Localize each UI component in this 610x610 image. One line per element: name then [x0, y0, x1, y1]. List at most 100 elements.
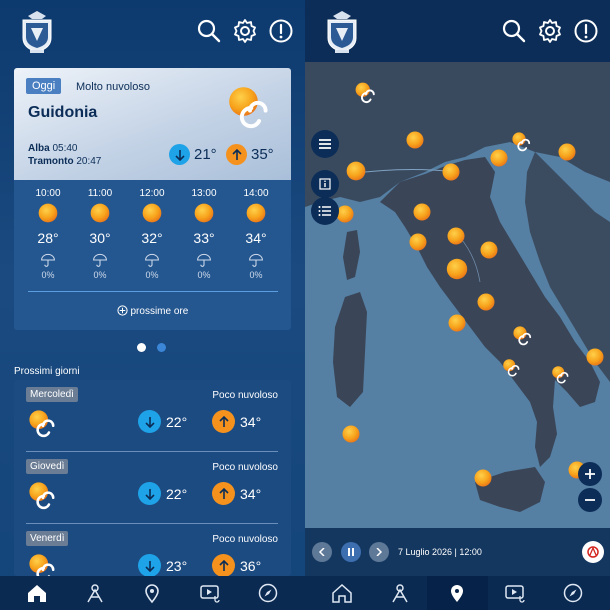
previous-time-button[interactable] [312, 542, 332, 562]
forecast-screen: Oggi Molto nuvoloso Guidonia Alba 05:40 … [0, 0, 305, 610]
map-pin-icon[interactable] [141, 582, 163, 604]
home-icon[interactable] [331, 582, 353, 604]
day-name: Giovedì [26, 459, 69, 474]
more-hours-button[interactable]: prossime ore [14, 305, 291, 317]
cloudy-sun-icon[interactable] [353, 80, 379, 106]
arrow-down-icon [169, 144, 190, 165]
legend-info-button[interactable] [311, 170, 339, 198]
today-forecast-card[interactable]: Oggi Molto nuvoloso Guidonia Alba 05:40 … [14, 68, 291, 330]
settings-gear-icon[interactable] [232, 18, 258, 44]
sun-icon[interactable] [479, 240, 499, 260]
cloudy-sun-icon[interactable] [510, 130, 534, 154]
sun-icon[interactable] [585, 347, 605, 367]
day-max-value: 34° [240, 485, 262, 502]
search-icon[interactable] [501, 18, 527, 44]
sun-icon[interactable] [473, 468, 493, 488]
day-max: 34° [212, 410, 261, 433]
air-force-crest-logo [20, 8, 54, 54]
day-condition: Poco nuvoloso [212, 390, 278, 401]
cloudy-sun-icon[interactable] [550, 364, 572, 386]
today-badge: Oggi [26, 78, 62, 94]
list-button[interactable] [311, 197, 339, 225]
compass-icon[interactable] [562, 582, 584, 604]
zoom-out-button[interactable] [578, 488, 602, 512]
day-min-value: 22° [166, 413, 188, 430]
hour-temp: 34° [245, 230, 267, 246]
hourly-forecast: 10:00 28° 0% 11:00 30° 0% 12:00 32° 0% 1… [14, 180, 291, 330]
weather-station-icon[interactable] [84, 582, 106, 604]
hour-temp: 30° [89, 230, 111, 246]
brand-badge-icon [587, 546, 599, 558]
settings-gear-icon[interactable] [537, 18, 563, 44]
arrow-up-icon [212, 482, 235, 505]
sun-icon[interactable] [476, 292, 496, 312]
day-min-value: 23° [166, 557, 188, 574]
sun-icon [245, 202, 267, 224]
day-min-value: 22° [166, 485, 188, 502]
brand-badge-button[interactable] [582, 541, 604, 563]
zoom-in-button[interactable] [578, 462, 602, 486]
sun-icon[interactable] [412, 202, 432, 222]
hour-time: 10:00 [35, 188, 61, 199]
sun-icon[interactable] [408, 232, 428, 252]
compass-icon[interactable] [257, 582, 279, 604]
next-days-title: Prossimi giorni [14, 366, 80, 377]
day-condition: Poco nuvoloso [212, 534, 278, 545]
divider [28, 291, 278, 292]
city-name: Guidonia [28, 104, 98, 121]
next-time-button[interactable] [369, 542, 389, 562]
sun-icon[interactable] [447, 313, 467, 333]
umbrella-icon [248, 252, 264, 268]
air-force-crest-logo [325, 8, 359, 54]
video-forecast-icon[interactable] [504, 582, 526, 604]
map-time-bar: 7 Luglio 2026 | 12:00 [305, 528, 610, 576]
arrow-up-icon [212, 410, 235, 433]
sun-icon[interactable] [446, 226, 466, 246]
weather-map[interactable] [305, 62, 610, 576]
weather-station-icon[interactable] [389, 582, 411, 604]
map-pin-icon[interactable] [446, 582, 468, 604]
bottom-nav [0, 576, 305, 610]
pause-button[interactable] [341, 542, 361, 562]
umbrella-icon [40, 252, 56, 268]
arrow-down-icon [138, 482, 161, 505]
info-icon[interactable] [268, 18, 294, 44]
hour-time: 11:00 [87, 188, 113, 199]
sun-icon[interactable] [489, 148, 509, 168]
hour-time: 14:00 [243, 188, 269, 199]
hour-column: 10:00 28° 0% [22, 188, 74, 280]
day-min: 23° [138, 554, 187, 576]
info-icon[interactable] [573, 18, 599, 44]
partly-cloudy-icon [26, 551, 60, 576]
sunset-label: Tramonto [28, 156, 74, 167]
cloudy-sun-icon[interactable] [501, 357, 523, 379]
sun-icon[interactable] [341, 424, 361, 444]
sunset-info: Tramonto 20:47 [28, 156, 101, 167]
day-row[interactable]: Venerdì Poco nuvoloso 23° 36° [14, 524, 291, 576]
hour-column: 13:00 33° 0% [178, 188, 230, 280]
day-max: 36° [212, 554, 261, 576]
page-dot-active[interactable] [137, 343, 146, 352]
sun-icon [193, 202, 215, 224]
cloudy-sun-icon[interactable] [511, 324, 535, 348]
hour-temp: 32° [141, 230, 163, 246]
day-row[interactable]: Giovedì Poco nuvoloso 22° 34° [14, 452, 291, 524]
layers-menu-button[interactable] [311, 130, 339, 158]
video-forecast-icon[interactable] [199, 582, 221, 604]
hour-temp: 33° [193, 230, 215, 246]
fog-sun-icon[interactable] [345, 160, 367, 182]
page-dot[interactable] [157, 343, 166, 352]
legend-info-icon [319, 178, 331, 190]
temp-min-value: 21° [194, 146, 217, 163]
hour-precip: 0% [145, 270, 159, 280]
search-icon[interactable] [196, 18, 222, 44]
fog-sun-icon[interactable] [445, 257, 469, 281]
day-row[interactable]: Mercoledì Poco nuvoloso 22° 34° [14, 380, 291, 452]
home-icon[interactable] [26, 582, 48, 604]
pause-icon [348, 548, 354, 556]
sun-icon[interactable] [557, 142, 577, 162]
sunset-time: 20:47 [76, 156, 102, 167]
hour-precip: 0% [197, 270, 211, 280]
sun-icon[interactable] [441, 162, 461, 182]
sun-icon[interactable] [405, 130, 425, 150]
